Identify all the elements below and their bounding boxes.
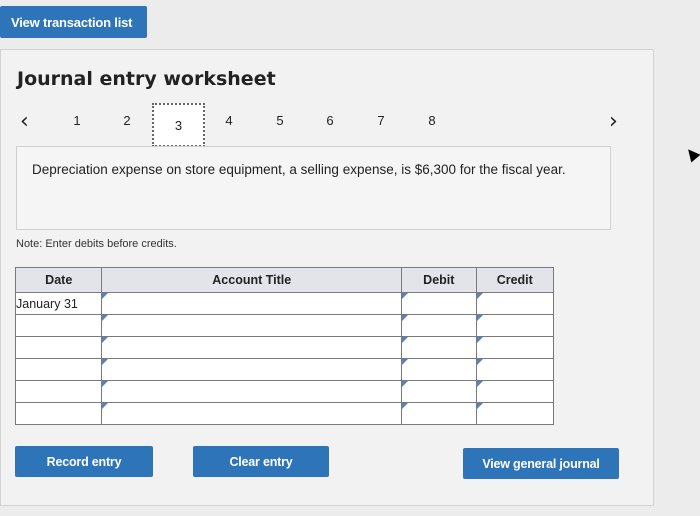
page-1-tab[interactable]: 1: [67, 113, 87, 128]
record-entry-button[interactable]: Record entry: [15, 446, 153, 477]
debit-input[interactable]: [401, 402, 477, 425]
journal-table: Date Account Title Debit Credit January …: [14, 267, 555, 425]
credit-input[interactable]: [475, 380, 555, 403]
page-6-tab[interactable]: 6: [320, 113, 340, 128]
page-5-tab[interactable]: 5: [270, 113, 290, 128]
page-3-label: 3: [174, 117, 183, 133]
view-general-journal-button[interactable]: View general journal: [463, 448, 619, 479]
date-cell: January 31: [14, 292, 103, 315]
date-header: Date: [14, 267, 103, 293]
page-2-tab[interactable]: 2: [117, 113, 137, 128]
table-header-row: Date Account Title Debit Credit: [14, 267, 555, 293]
debit-input[interactable]: [401, 336, 477, 359]
table-row: [14, 336, 555, 359]
date-cell: [14, 380, 103, 403]
credit-input[interactable]: [475, 314, 555, 337]
debit-input[interactable]: [401, 380, 477, 403]
view-transaction-list-button[interactable]: View transaction list: [0, 6, 147, 38]
page-3-tab-active[interactable]: 3: [152, 103, 205, 147]
account-title-input[interactable]: [101, 292, 403, 315]
page-title: Journal entry worksheet: [17, 68, 276, 90]
page-4-tab[interactable]: 4: [219, 113, 239, 128]
debit-input[interactable]: [401, 358, 477, 381]
account-title-input[interactable]: [101, 336, 403, 359]
chevron-left-icon[interactable]: ‹: [20, 108, 29, 136]
page-7-tab[interactable]: 7: [371, 113, 391, 128]
debit-input[interactable]: [401, 292, 477, 315]
date-cell: [14, 314, 103, 337]
table-row: [14, 402, 555, 425]
credit-header: Credit: [475, 267, 555, 293]
credit-input[interactable]: [475, 292, 555, 315]
mouse-cursor-icon: [683, 145, 700, 163]
credit-input[interactable]: [475, 358, 555, 381]
table-row: [14, 380, 555, 403]
date-cell: [14, 358, 103, 381]
date-cell: [14, 402, 103, 425]
transaction-description: Depreciation expense on store equipment,…: [16, 146, 611, 230]
page-8-tab[interactable]: 8: [422, 113, 442, 128]
table-row: January 31: [14, 292, 555, 315]
clear-entry-button[interactable]: Clear entry: [193, 446, 329, 477]
debit-input[interactable]: [401, 314, 477, 337]
credit-input[interactable]: [475, 336, 555, 359]
note-text: Note: Enter debits before credits.: [16, 238, 177, 250]
account-title-input[interactable]: [101, 402, 403, 425]
account-title-input[interactable]: [101, 380, 403, 403]
date-cell: [14, 336, 103, 359]
table-row: [14, 314, 555, 337]
account-title-header: Account Title: [101, 267, 403, 293]
account-title-input[interactable]: [101, 358, 403, 381]
chevron-right-icon[interactable]: ›: [609, 108, 618, 136]
account-title-input[interactable]: [101, 314, 403, 337]
credit-input[interactable]: [475, 402, 555, 425]
debit-header: Debit: [401, 267, 477, 293]
table-row: [14, 358, 555, 381]
